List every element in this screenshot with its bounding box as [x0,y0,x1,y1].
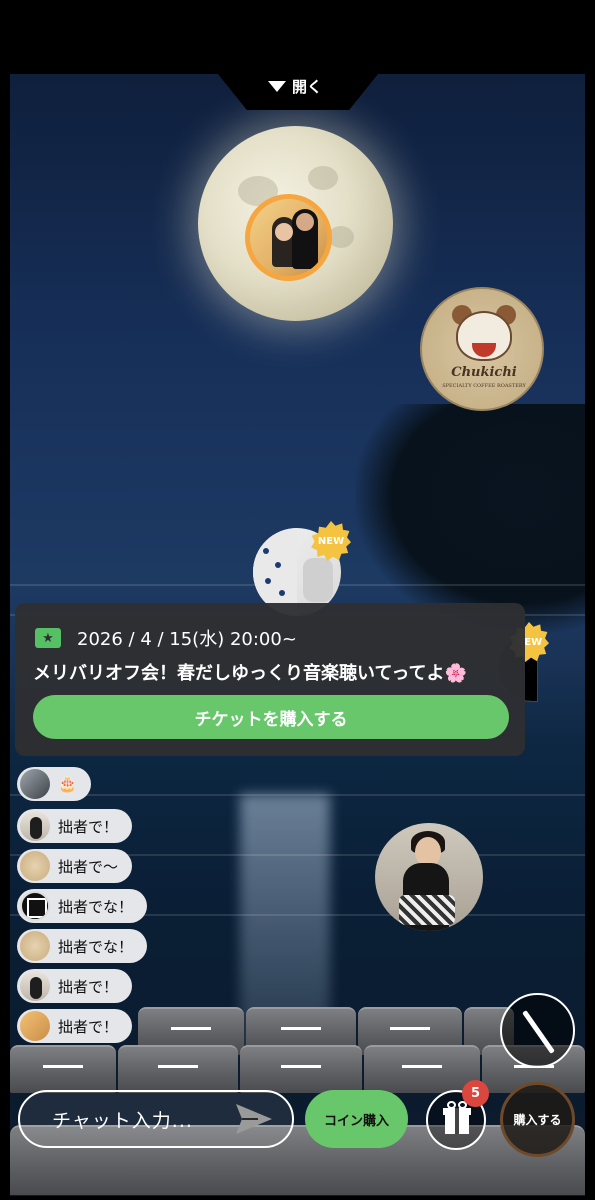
cafe-logo-name: Chukichi [451,365,517,380]
chat-text: 拙者でな！ [58,937,134,956]
triangle-down-icon [268,81,286,92]
chat-message: 拙者で！ [17,809,133,843]
chat-message: 拙者でな！ [17,929,148,963]
ticket-star-icon: ★ [35,628,61,648]
buy-ticket-button[interactable]: チケットを購入する [33,695,509,739]
coin-purchase-button[interactable]: コイン購入 [305,1090,408,1148]
chat-text: 拙者でな！ [58,897,134,916]
send-icon[interactable] [234,1101,274,1137]
pen-light-icon [522,1010,555,1054]
host-avatar-bubble[interactable] [245,194,332,281]
user-avatar[interactable] [20,971,50,1001]
event-ticket-card: ★ 2026 / 4 / 15(水) 20:00~ メリバリオフ会！春だしゆっく… [15,603,525,756]
chat-input-placeholder: チャット入力... [52,1109,193,1132]
chat-message: 拙者で！ [17,969,133,1003]
open-drawer-button[interactable]: 開く [268,76,322,97]
viewer-avatar-bubble[interactable] [375,823,483,931]
chat-message: 拙者で〜 [17,849,133,883]
user-avatar[interactable] [20,931,50,961]
chat-text: 拙者で！ [58,977,119,996]
chat-message: 🎂 [17,767,91,801]
chat-text: 拙者で！ [58,817,119,836]
buy-button[interactable]: 購入する [500,1082,575,1157]
tree-silhouette [355,404,585,634]
user-avatar[interactable] [20,851,50,881]
user-avatar[interactable] [20,811,50,841]
gift-count-badge: 5 [462,1080,489,1107]
pen-light-button[interactable] [500,993,575,1068]
chat-text: 🎂 [58,775,77,793]
chat-message: 拙者でな！ [17,889,148,923]
cafe-logo-sub: SPECIALTY COFFEE ROASTERY [442,383,526,389]
open-label: 開く [292,78,323,96]
cafe-logo-bubble[interactable]: Chukichi SPECIALTY COFFEE ROASTERY [420,287,544,411]
user-avatar[interactable] [20,891,50,921]
user-avatar[interactable] [20,769,50,799]
chat-text: 拙者で〜 [58,857,119,876]
event-date: 2026 / 4 / 15(水) 20:00~ [77,629,297,650]
event-title: メリバリオフ会！春だしゆっくり音楽聴いてってよ🌸 [33,663,467,684]
